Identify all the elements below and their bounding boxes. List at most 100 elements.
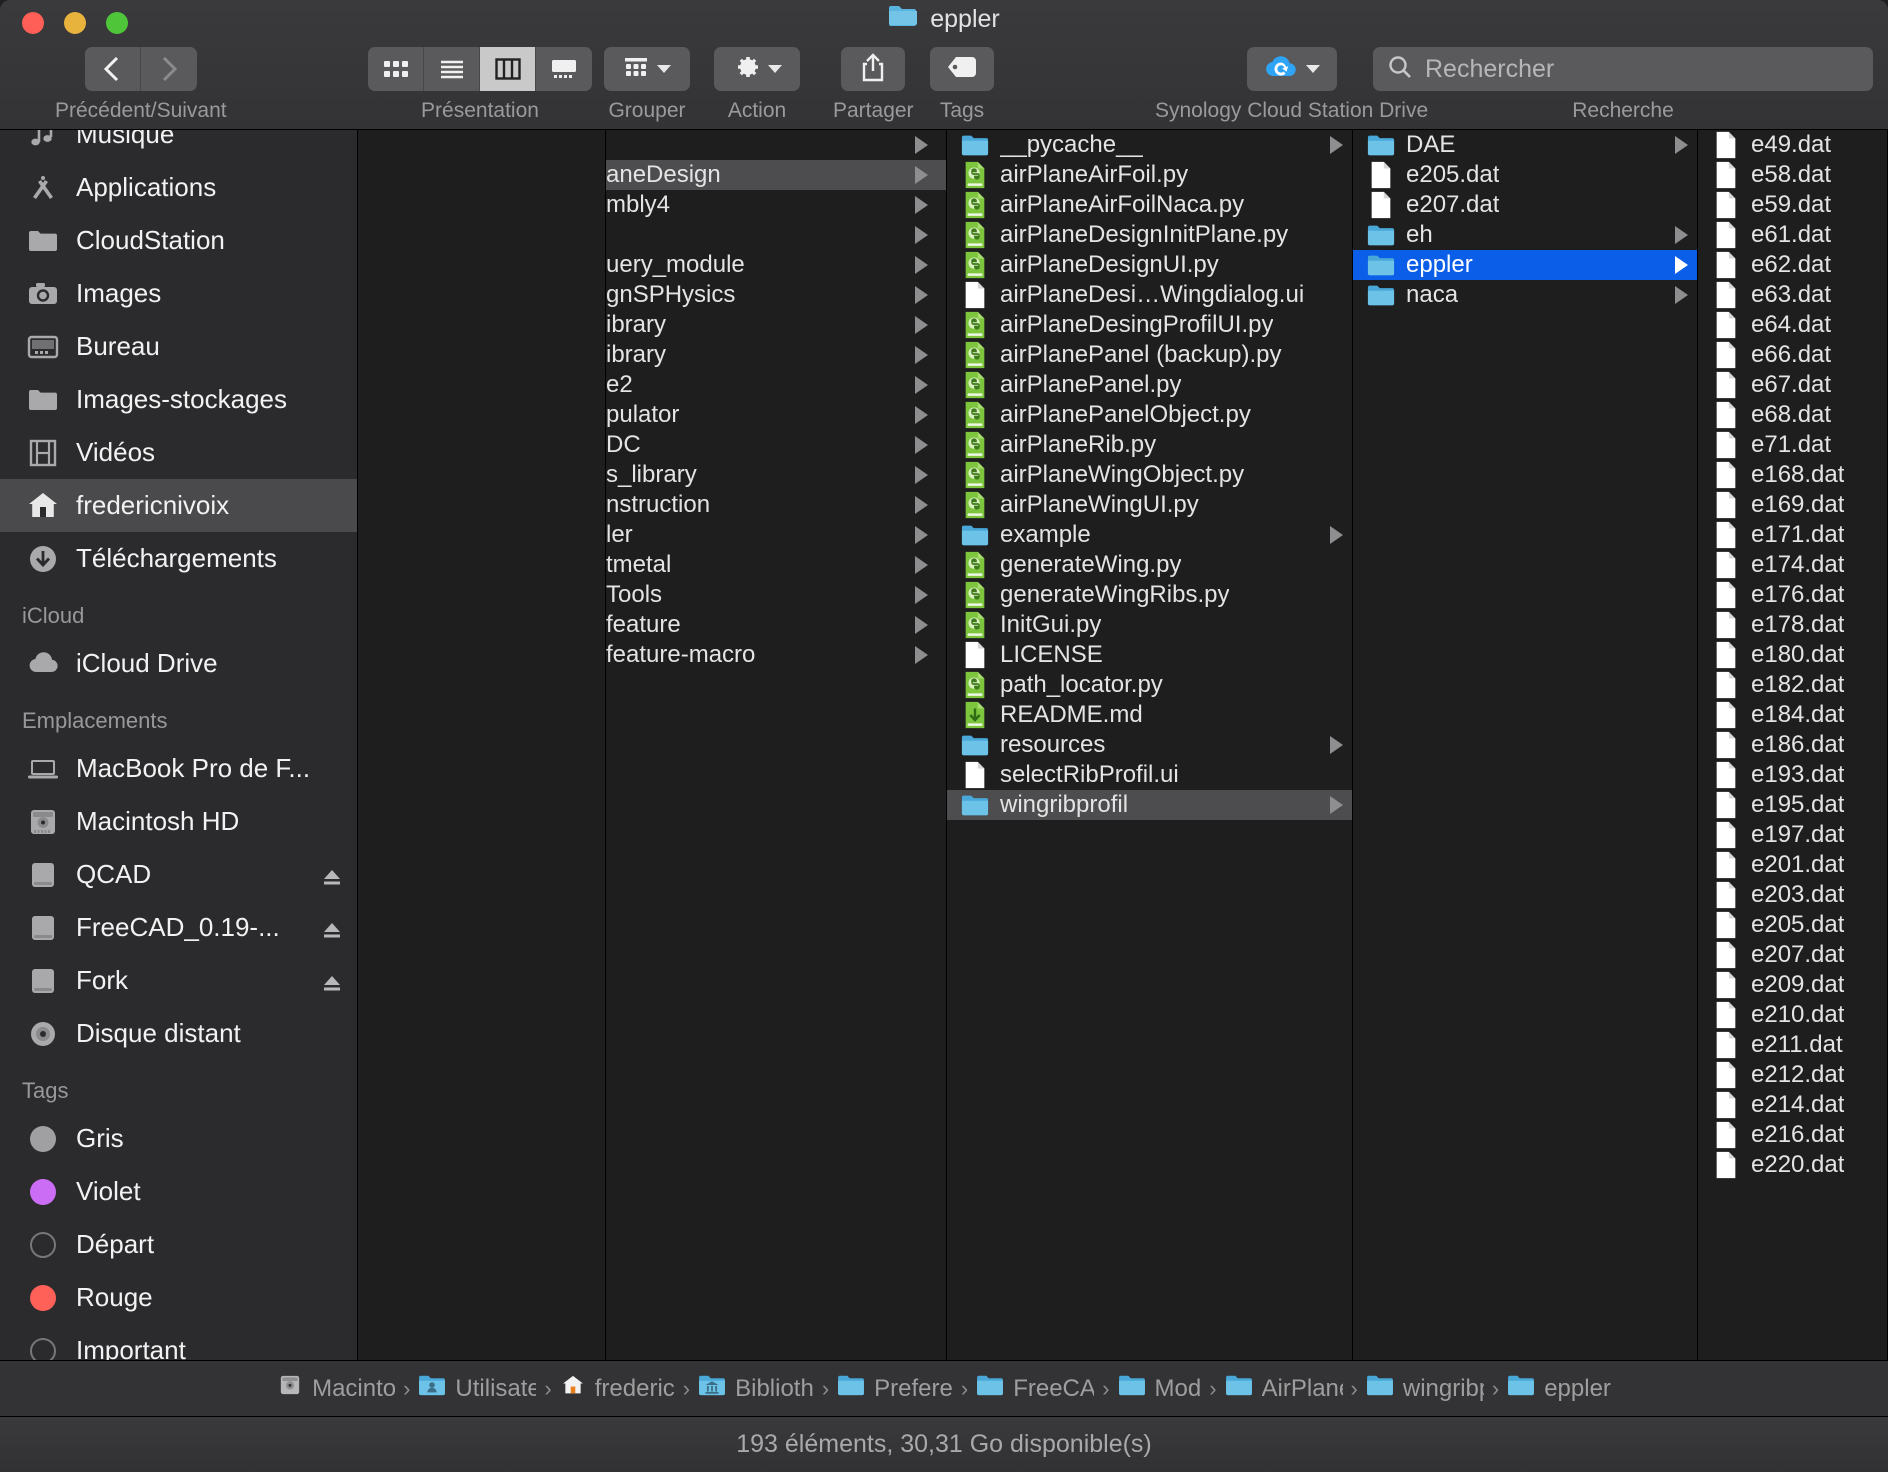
action-button[interactable] xyxy=(714,47,800,91)
list-item[interactable]: e66.dat xyxy=(1698,340,1887,370)
sidebar-item-vid-os[interactable]: Vidéos xyxy=(0,426,357,479)
list-item[interactable] xyxy=(606,220,946,250)
list-item[interactable]: e211.dat xyxy=(1698,1030,1887,1060)
disclosure-arrow-icon[interactable] xyxy=(915,256,928,274)
disclosure-arrow-icon[interactable] xyxy=(915,136,928,154)
disclosure-arrow-icon[interactable] xyxy=(915,226,928,244)
view-option-list[interactable] xyxy=(424,47,480,91)
list-item[interactable]: README.md xyxy=(947,700,1352,730)
breadcrumb-item[interactable]: frederic xyxy=(560,1372,675,1405)
list-item[interactable]: e178.dat xyxy=(1698,610,1887,640)
list-item[interactable]: airPlaneRib.py xyxy=(947,430,1352,460)
disclosure-arrow-icon[interactable] xyxy=(915,286,928,304)
tags-button[interactable] xyxy=(930,47,994,91)
list-item[interactable]: e168.dat xyxy=(1698,460,1887,490)
list-item[interactable]: airPlaneDesignUI.py xyxy=(947,250,1352,280)
list-item[interactable]: LICENSE xyxy=(947,640,1352,670)
list-item[interactable]: e63.dat xyxy=(1698,280,1887,310)
disclosure-arrow-icon[interactable] xyxy=(915,586,928,604)
sidebar-item-cloudstation[interactable]: CloudStation xyxy=(0,214,357,267)
list-item[interactable]: naca xyxy=(1353,280,1697,310)
list-item[interactable]: e62.dat xyxy=(1698,250,1887,280)
breadcrumb-item[interactable]: AirPlane xyxy=(1225,1373,1343,1404)
column-4[interactable]: DAE e205.dat e207.dat eh eppler naca xyxy=(1353,130,1698,1360)
list-item[interactable]: e201.dat xyxy=(1698,850,1887,880)
breadcrumb-item[interactable]: FreeCA xyxy=(976,1373,1094,1404)
list-item[interactable]: gnSPHysics xyxy=(606,280,946,310)
sidebar-item-images-stockages[interactable]: Images-stockages xyxy=(0,373,357,426)
view-option-gallery[interactable] xyxy=(536,47,592,91)
breadcrumb[interactable]: Macintosh HD › Utilisate › frederic › Biblioth… xyxy=(0,1360,1888,1416)
sidebar-item-images[interactable]: Images xyxy=(0,267,357,320)
sidebar[interactable]: Musique Applications CloudStation Images Bur… xyxy=(0,130,357,1360)
list-item[interactable]: airPlaneAirFoilNaca.py xyxy=(947,190,1352,220)
view-switcher[interactable] xyxy=(368,47,592,91)
disclosure-arrow-icon[interactable] xyxy=(915,466,928,484)
list-item[interactable]: feature-macro xyxy=(606,640,946,670)
list-item[interactable]: path_locator.py xyxy=(947,670,1352,700)
list-item[interactable]: ibrary xyxy=(606,340,946,370)
list-item[interactable]: generateWing.py xyxy=(947,550,1352,580)
list-item[interactable]: e49.dat xyxy=(1698,130,1887,160)
list-item[interactable]: e197.dat xyxy=(1698,820,1887,850)
back-button[interactable] xyxy=(84,47,141,91)
disclosure-arrow-icon[interactable] xyxy=(915,196,928,214)
list-item[interactable]: uery_module xyxy=(606,250,946,280)
disclosure-arrow-icon[interactable] xyxy=(915,406,928,424)
disclosure-arrow-icon[interactable] xyxy=(915,376,928,394)
list-item[interactable]: e203.dat xyxy=(1698,880,1887,910)
breadcrumb-item[interactable]: Mod xyxy=(1118,1373,1201,1404)
sidebar-item-macbook-pro-de-f[interactable]: MacBook Pro de F... xyxy=(0,742,357,795)
list-item[interactable]: generateWingRibs.py xyxy=(947,580,1352,610)
list-item[interactable]: e61.dat xyxy=(1698,220,1887,250)
disclosure-arrow-icon[interactable] xyxy=(1330,136,1343,154)
list-item[interactable]: e216.dat xyxy=(1698,1120,1887,1150)
list-item[interactable]: resources xyxy=(947,730,1352,760)
list-item[interactable]: wingribprofil xyxy=(947,790,1352,820)
list-item[interactable]: e212.dat xyxy=(1698,1060,1887,1090)
disclosure-arrow-icon[interactable] xyxy=(915,556,928,574)
sidebar-item-icloud-drive[interactable]: iCloud Drive xyxy=(0,637,357,690)
list-item[interactable]: e174.dat xyxy=(1698,550,1887,580)
disclosure-arrow-icon[interactable] xyxy=(915,646,928,664)
disclosure-arrow-icon[interactable] xyxy=(1675,286,1688,304)
list-item[interactable]: e182.dat xyxy=(1698,670,1887,700)
list-item[interactable]: airPlaneWingUI.py xyxy=(947,490,1352,520)
sidebar-item-musique[interactable]: Musique xyxy=(0,130,357,161)
breadcrumb-item[interactable]: Biblioth xyxy=(698,1373,814,1404)
list-item[interactable]: e58.dat xyxy=(1698,160,1887,190)
list-item[interactable]: airPlaneDesi…Wingdialog.ui xyxy=(947,280,1352,310)
list-item[interactable]: s_library xyxy=(606,460,946,490)
sidebar-item-qcad[interactable]: QCAD xyxy=(0,848,357,901)
sidebar-item-gris[interactable]: Gris xyxy=(0,1112,357,1165)
sidebar-item-bureau[interactable]: Bureau xyxy=(0,320,357,373)
list-item[interactable]: e207.dat xyxy=(1698,940,1887,970)
disclosure-arrow-icon[interactable] xyxy=(1330,796,1343,814)
list-item[interactable]: aneDesign xyxy=(606,160,946,190)
list-item[interactable]: e171.dat xyxy=(1698,520,1887,550)
disclosure-arrow-icon[interactable] xyxy=(915,316,928,334)
disclosure-arrow-icon[interactable] xyxy=(1675,256,1688,274)
disclosure-arrow-icon[interactable] xyxy=(1330,736,1343,754)
list-item[interactable] xyxy=(606,130,946,160)
list-item[interactable]: DC xyxy=(606,430,946,460)
disclosure-arrow-icon[interactable] xyxy=(915,436,928,454)
sidebar-item-rouge[interactable]: Rouge xyxy=(0,1271,357,1324)
list-item[interactable]: selectRibProfil.ui xyxy=(947,760,1352,790)
list-item[interactable]: Tools xyxy=(606,580,946,610)
sidebar-item-violet[interactable]: Violet xyxy=(0,1165,357,1218)
sidebar-item-d-part[interactable]: Départ xyxy=(0,1218,357,1271)
sidebar-item-macintosh-hd[interactable]: Macintosh HD xyxy=(0,795,357,848)
disclosure-arrow-icon[interactable] xyxy=(915,526,928,544)
column-3[interactable]: __pycache__ airPlaneAirFoil.py airPlaneAir… xyxy=(947,130,1353,1360)
list-item[interactable]: e220.dat xyxy=(1698,1150,1887,1180)
breadcrumb-item[interactable]: Macintosh HD xyxy=(277,1372,395,1405)
list-item[interactable]: e180.dat xyxy=(1698,640,1887,670)
list-item[interactable]: tmetal xyxy=(606,550,946,580)
list-item[interactable]: e214.dat xyxy=(1698,1090,1887,1120)
list-item[interactable]: e68.dat xyxy=(1698,400,1887,430)
sidebar-item-disque-distant[interactable]: Disque distant xyxy=(0,1007,357,1060)
disclosure-arrow-icon[interactable] xyxy=(915,166,928,184)
breadcrumb-item[interactable]: eppler xyxy=(1507,1373,1611,1404)
column-1[interactable] xyxy=(358,130,606,1360)
